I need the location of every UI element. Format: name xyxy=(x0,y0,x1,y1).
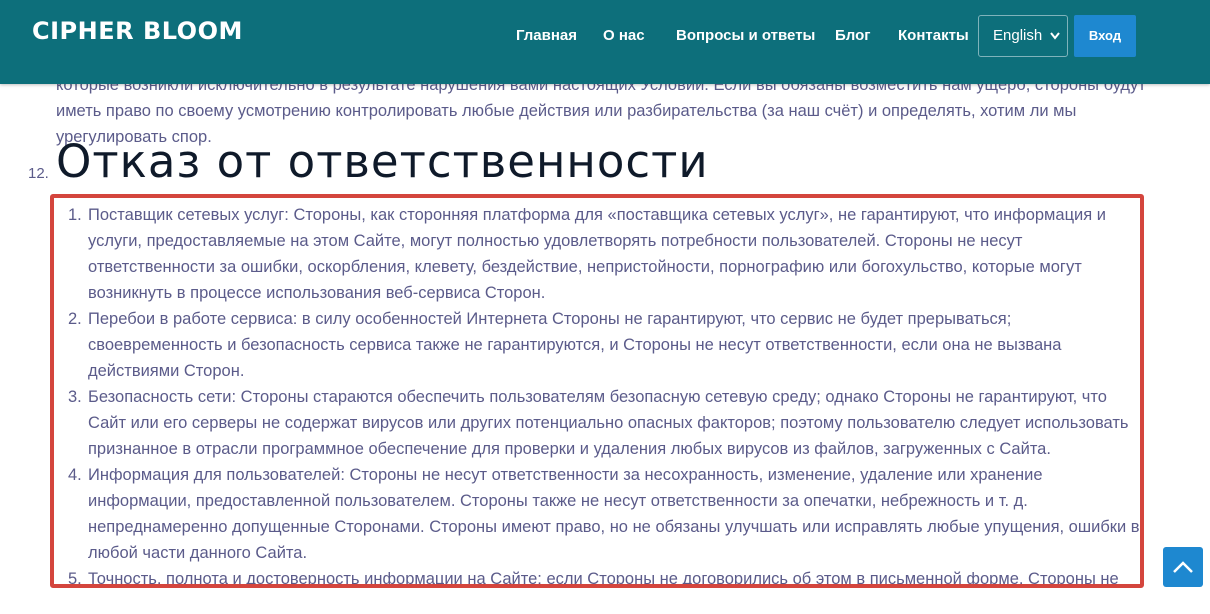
list-item-text: Безопасность сети: Стороны стараются обе… xyxy=(88,388,1129,458)
site-header: CIPHER BLOOM Главная О нас Вопросы и отв… xyxy=(0,0,1210,84)
list-item-number: 1. xyxy=(68,206,82,224)
list-item: 3. Безопасность сети: Стороны стараются … xyxy=(68,384,1140,462)
list-item-text: Перебои в работе сервиса: в силу особенн… xyxy=(88,310,1062,380)
list-item-number: 4. xyxy=(68,466,82,484)
list-item-text: Поставщик сетевых услуг: Стороны, как ст… xyxy=(88,206,1106,302)
list-item-text: Точность, полнота и достоверность информ… xyxy=(88,570,1119,588)
nav-item-contacts[interactable]: Контакты xyxy=(898,27,969,44)
scroll-to-top-button[interactable] xyxy=(1163,547,1203,587)
list-item: 4. Информация для пользователей: Стороны… xyxy=(68,462,1140,566)
nav-item-about[interactable]: О нас xyxy=(603,27,645,44)
section-number: 12. xyxy=(28,165,49,182)
page-content: которые возникли исключительно в результ… xyxy=(0,0,1210,614)
nav-item-blog[interactable]: Блог xyxy=(835,27,871,44)
section-title: Отказ от ответственности xyxy=(56,135,709,188)
chevron-up-icon xyxy=(1173,561,1193,573)
list-item-number: 5. xyxy=(68,570,82,588)
nav-item-faq[interactable]: Вопросы и ответы xyxy=(676,27,815,44)
list-item-text: Информация для пользователей: Стороны не… xyxy=(88,466,1140,562)
chevron-down-icon xyxy=(1049,16,1061,72)
list-item: 2. Перебои в работе сервиса: в силу особ… xyxy=(68,306,1140,384)
nav-item-home[interactable]: Главная xyxy=(516,27,577,44)
list-item: 1. Поставщик сетевых услуг: Стороны, как… xyxy=(68,202,1140,306)
list-item: 5. Точность, полнота и достоверность инф… xyxy=(68,566,1140,592)
language-select[interactable]: English xyxy=(978,15,1068,57)
login-button[interactable]: Вход xyxy=(1074,15,1136,57)
disclaimer-list: 1. Поставщик сетевых услуг: Стороны, как… xyxy=(68,202,1140,592)
list-item-number: 2. xyxy=(68,310,82,328)
list-item-number: 3. xyxy=(68,388,82,406)
language-value: English xyxy=(993,27,1043,44)
